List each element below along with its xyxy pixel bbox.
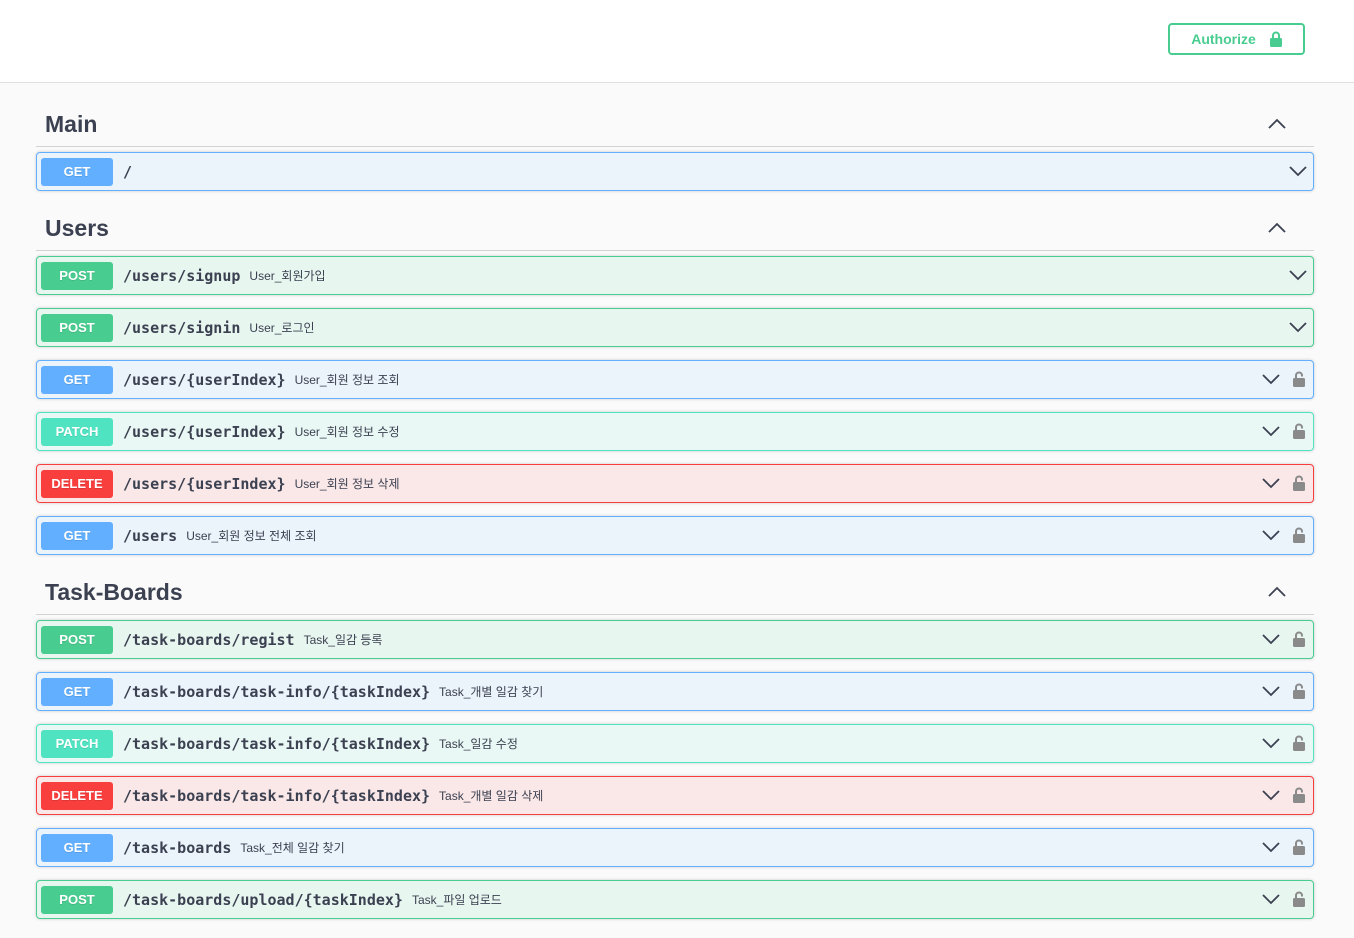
chevron-up-icon[interactable] <box>1268 584 1286 602</box>
lock-icon[interactable] <box>1293 735 1305 756</box>
method-badge: POST <box>41 261 113 290</box>
lock-icon[interactable] <box>1293 475 1305 496</box>
operation-row[interactable]: GET/users/{userIndex} User_회원 정보 조회 <box>36 360 1314 399</box>
chevron-down-icon[interactable] <box>1289 164 1307 182</box>
chevron-down-icon[interactable] <box>1262 788 1280 806</box>
method-badge: GET <box>41 833 113 862</box>
method-badge: DELETE <box>41 781 113 810</box>
method-badge: PATCH <box>41 417 113 446</box>
operation-path: / <box>123 162 133 181</box>
operation-row[interactable]: GET/task-boards/task-info/{taskIndex} Tas… <box>36 672 1314 711</box>
chevron-down-icon[interactable] <box>1262 476 1280 494</box>
tag-title: Main <box>45 111 98 137</box>
operation-row[interactable]: DELETE/task-boards/task-info/{taskIndex}… <box>36 776 1314 815</box>
chevron-down-icon[interactable] <box>1262 632 1280 650</box>
chevron-up-icon[interactable] <box>1268 220 1286 238</box>
method-badge: POST <box>41 885 113 914</box>
authorize-button[interactable]: Authorize <box>1168 23 1305 55</box>
operation-path: /task-boards/regist <box>123 630 295 649</box>
operation-row[interactable]: POST/task-boards/regist Task_일감 등록 <box>36 620 1314 659</box>
operation-path: /users/{userIndex} <box>123 370 286 389</box>
method-badge: GET <box>41 365 113 394</box>
chevron-down-icon[interactable] <box>1289 320 1307 338</box>
chevron-down-icon[interactable] <box>1262 892 1280 910</box>
tag-section: Main GET / <box>36 100 1314 191</box>
operation-summary: Task_개별 일감 찾기 <box>439 685 544 699</box>
method-badge: DELETE <box>41 469 113 498</box>
method-badge: POST <box>41 625 113 654</box>
lock-icon[interactable] <box>1293 527 1305 548</box>
lock-icon[interactable] <box>1293 423 1305 444</box>
operation-summary: User_회원가입 <box>249 269 326 283</box>
chevron-down-icon[interactable] <box>1262 528 1280 546</box>
tag-section: Task-Boards POST/task-boards/regist Task_일… <box>36 568 1314 919</box>
operation-summary: Task_일감 수정 <box>439 737 518 751</box>
lock-icon[interactable] <box>1293 839 1305 860</box>
lock-icon[interactable] <box>1293 631 1305 652</box>
method-badge: PATCH <box>41 729 113 758</box>
operation-summary: Task_일감 등록 <box>303 633 383 647</box>
operation-summary: User_로그인 <box>249 321 315 335</box>
operation-path: /task-boards/upload/{taskIndex} <box>123 890 403 909</box>
operation-summary: Task_전체 일감 찾기 <box>240 841 345 855</box>
operation-path: /users/signup <box>123 266 241 285</box>
chevron-down-icon[interactable] <box>1289 268 1307 286</box>
operation-row[interactable]: GET / <box>36 152 1314 191</box>
method-badge: POST <box>41 313 113 342</box>
lock-icon <box>1269 31 1282 47</box>
operation-path: /users <box>123 526 178 545</box>
method-badge: GET <box>41 521 113 550</box>
operation-row[interactable]: POST/users/signup User_회원가입 <box>36 256 1314 295</box>
operations-list: Main GET / Users POST/users/signup User_회원가입 P… <box>36 100 1314 932</box>
operation-path: /users/{userIndex} <box>123 422 286 441</box>
operation-row[interactable]: POST/users/signin User_로그인 <box>36 308 1314 347</box>
authorize-label: Authorize <box>1191 31 1256 47</box>
operation-list: POST/task-boards/regist Task_일감 등록 GET/tas… <box>36 615 1314 919</box>
operation-path: /users/{userIndex} <box>123 474 286 493</box>
operation-summary: Task_개별 일감 삭제 <box>439 789 544 803</box>
operation-path: /users/signin <box>123 318 241 337</box>
tag-title: Users <box>45 215 109 241</box>
lock-icon[interactable] <box>1293 891 1305 912</box>
operation-list: GET / <box>36 147 1314 191</box>
operation-summary: Task_파일 업로드 <box>411 893 502 907</box>
tag-title: Task-Boards <box>45 579 183 605</box>
lock-icon[interactable] <box>1293 787 1305 808</box>
tag-header-users[interactable]: Users <box>36 204 1314 251</box>
method-badge: GET <box>41 677 113 706</box>
tag-section: Users POST/users/signup User_회원가입 POST/user… <box>36 204 1314 555</box>
chevron-down-icon[interactable] <box>1262 372 1280 390</box>
operation-summary: User_회원 정보 조회 <box>294 373 400 387</box>
lock-icon[interactable] <box>1293 683 1305 704</box>
operation-path: /task-boards/task-info/{taskIndex} <box>123 734 431 753</box>
operation-row[interactable]: POST/task-boards/upload/{taskIndex} Task_… <box>36 880 1314 919</box>
operation-path: /task-boards/task-info/{taskIndex} <box>123 682 431 701</box>
operation-summary: User_회원 정보 삭제 <box>294 477 400 491</box>
operation-row[interactable]: PATCH/task-boards/task-info/{taskIndex} T… <box>36 724 1314 763</box>
chevron-down-icon[interactable] <box>1262 840 1280 858</box>
method-badge: GET <box>41 157 113 186</box>
chevron-down-icon[interactable] <box>1262 424 1280 442</box>
operation-path: /task-boards <box>123 838 232 857</box>
operation-summary: User_회원 정보 수정 <box>294 425 400 439</box>
tag-header-task-boards[interactable]: Task-Boards <box>36 568 1314 615</box>
chevron-down-icon[interactable] <box>1262 684 1280 702</box>
operation-row[interactable]: GET/task-boards Task_전체 일감 찾기 <box>36 828 1314 867</box>
operation-list: POST/users/signup User_회원가입 POST/users/sig… <box>36 251 1314 555</box>
top-bar: Authorize <box>0 0 1354 83</box>
operation-row[interactable]: DELETE/users/{userIndex} User_회원 정보 삭제 <box>36 464 1314 503</box>
operation-path: /task-boards/task-info/{taskIndex} <box>123 786 431 805</box>
lock-icon[interactable] <box>1293 371 1305 392</box>
tag-header-main[interactable]: Main <box>36 100 1314 147</box>
chevron-up-icon[interactable] <box>1268 116 1286 134</box>
chevron-down-icon[interactable] <box>1262 736 1280 754</box>
operation-row[interactable]: GET/users User_회원 정보 전체 조회 <box>36 516 1314 555</box>
operation-row[interactable]: PATCH/users/{userIndex} User_회원 정보 수정 <box>36 412 1314 451</box>
operation-summary: User_회원 정보 전체 조회 <box>186 529 317 543</box>
